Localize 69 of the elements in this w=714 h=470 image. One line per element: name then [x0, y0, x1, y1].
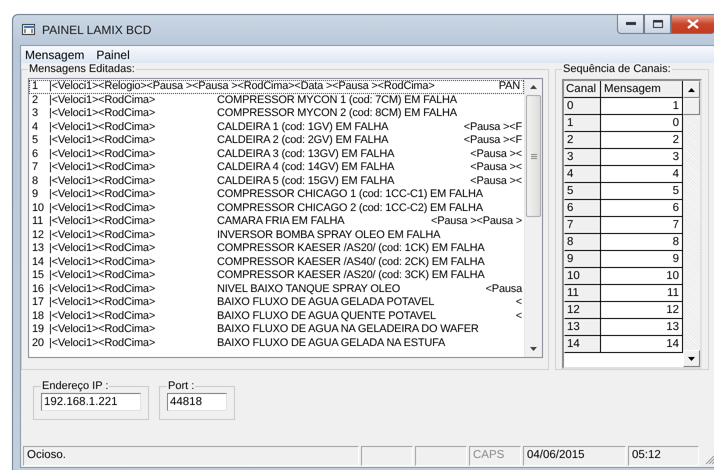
message-row[interactable]: 19 |<Veloci1><RodCima> BAIXO FLUXO DE AGUA NA GELADEIRA DO WAFER	[29, 323, 524, 336]
message-row[interactable]: 20 |<Veloci1><RodCima> BAIXO FLUXO DE AGUA GELADA NA ESTUFA	[29, 336, 524, 350]
window-title: PAINEL LAMIX BCD	[42, 23, 152, 37]
message-row[interactable]: 9 |<Veloci1><RodCima> COMPRESSOR CHICAGO 1 (cod: 1CC-C1) EM FALHA	[29, 188, 524, 202]
port-field[interactable]: 44818	[167, 393, 227, 411]
status-text: 04/06/2015	[523, 446, 626, 466]
status-panel	[415, 446, 467, 466]
table-cell: 5	[564, 183, 601, 200]
scrollbar[interactable]	[524, 79, 542, 357]
minimize-icon	[626, 22, 636, 26]
message-row[interactable]: 14 |<Veloci1><RodCima> COMPRESSOR KAESER /AS40/ (cod: 2CK) EM FALHA	[29, 256, 524, 269]
table-cell: 14	[564, 336, 601, 353]
message-row[interactable]: 6 |<Veloci1><RodCima> CALDEIRA 3 (cod: 13GV) EM FALHA <Pausa ><	[29, 148, 524, 161]
table-cell: 13	[564, 319, 601, 336]
window-icon	[22, 24, 36, 36]
group-label: Endereço IP :	[41, 380, 110, 392]
message-row[interactable]: 10 |<Veloci1><RodCima> COMPRESSOR CHICAGO 2 (cod: 1CC-C2) EM FALHA	[29, 202, 524, 215]
menu-item[interactable]: Mensagem	[25, 48, 84, 62]
table-cell: 12	[564, 302, 601, 319]
message-row[interactable]: 1 |<Veloci1><Relogio><Pausa ><Pausa ><RodCima><Data ><Pausa ><RodCima> PAN	[29, 80, 524, 94]
size-grip-icon	[705, 455, 714, 465]
scroll-up-icon	[688, 88, 695, 92]
message-row[interactable]: 12 |<Veloci1><RodCima> INVERSOR BOMBA SPRAY OLEO EM FALHA	[29, 228, 524, 242]
ip-field[interactable]: 192.168.1.221	[41, 393, 141, 411]
message-row[interactable]: 18 |<Veloci1><RodCima> BAIXO FLUXO DE AGUA QUENTE POTAVEL <	[29, 310, 524, 323]
close-icon	[687, 19, 699, 29]
status-text: 05:12	[628, 446, 699, 466]
table-cell: 1	[564, 115, 601, 132]
message-row[interactable]: 13 |<Veloci1><RodCima> COMPRESSOR KAESER /AS20/ (cod: 1CK) EM FALHA	[29, 242, 524, 256]
message-row[interactable]: 7 |<Veloci1><RodCima> CALDEIRA 4 (cod: 14GV) EM FALHA <Pausa ><	[29, 161, 524, 174]
group-label: Mensagens Editadas:	[28, 63, 136, 75]
scrollbar[interactable]	[683, 81, 700, 367]
message-row[interactable]: 3 |<Veloci1><RodCima> COMPRESSOR MYCON 2 (cod: 8CM) EM FALHA	[29, 107, 524, 120]
message-row[interactable]: 11 |<Veloci1><RodCima> CAMARA FRIA EM FALHA <Pausa ><Pausa >	[29, 215, 524, 228]
maximize-button[interactable]	[644, 15, 671, 34]
column-header[interactable]: Canal	[564, 81, 601, 98]
message-row[interactable]: 5 |<Veloci1><RodCima> CALDEIRA 2 (cod: 2GV) EM FALHA <Pausa ><F	[29, 134, 524, 148]
group-label: Sequência de Canais:	[562, 63, 672, 75]
close-button[interactable]	[671, 15, 714, 34]
table-cell: 8	[564, 234, 601, 251]
scroll-up-icon	[530, 85, 537, 89]
message-row[interactable]: 8 |<Veloci1><RodCima> CALDEIRA 5 (cod: 15GV) EM FALHA <Pausa ><	[29, 174, 524, 188]
table-cell: 6	[564, 200, 601, 217]
status-text: CAPS	[469, 446, 521, 466]
table-cell: 0	[564, 98, 601, 115]
message-row[interactable]: 15 |<Veloci1><RodCima> COMPRESSOR KAESER /AS20/ (cod: 3CK) EM FALHA	[29, 269, 524, 282]
message-row[interactable]: 16 |<Veloci1><RodCima> NIVEL BAIXO TANQUE SPRAY OLEO <Pausa	[29, 282, 524, 296]
grip-icon	[530, 154, 536, 158]
status-panel	[361, 446, 413, 466]
column-header[interactable]: Mensagem	[601, 81, 683, 98]
status-text: Ocioso.	[23, 446, 359, 466]
group-label: Port :	[167, 380, 196, 392]
message-row[interactable]: 4 |<Veloci1><RodCima> CALDEIRA 1 (cod: 1GV) EM FALHA <Pausa ><F	[29, 120, 524, 134]
table-cell: 9	[564, 251, 601, 268]
message-row[interactable]: 2 |<Veloci1><RodCima> COMPRESSOR MYCON 1 (cod: 7CM) EM FALHA	[29, 94, 524, 107]
minimize-button[interactable]	[617, 15, 644, 34]
message-row[interactable]: 17 |<Veloci1><RodCima> BAIXO FLUXO DE AGUA GELADA POTAVEL <	[29, 296, 524, 310]
scroll-down-icon	[688, 356, 695, 360]
menu-item[interactable]: Painel	[96, 48, 130, 62]
scroll-thumb[interactable]	[683, 98, 700, 115]
table-cell: 10	[564, 268, 601, 285]
table-cell: 3	[564, 149, 601, 166]
table-cell: 4	[564, 166, 601, 183]
table-cell: 2	[564, 132, 601, 149]
maximize-icon	[652, 20, 662, 28]
table-cell: 11	[564, 285, 601, 302]
scroll-down-icon	[530, 347, 537, 351]
table-cell: 7	[564, 217, 601, 234]
channel-grid[interactable]: Canal Mensagem 0 1 1 0 2 2 3 3 4 4 5 5 6 6 7 7 8 8 9 9 10 10 11 11 12 12 13 13 14 14	[562, 79, 702, 369]
